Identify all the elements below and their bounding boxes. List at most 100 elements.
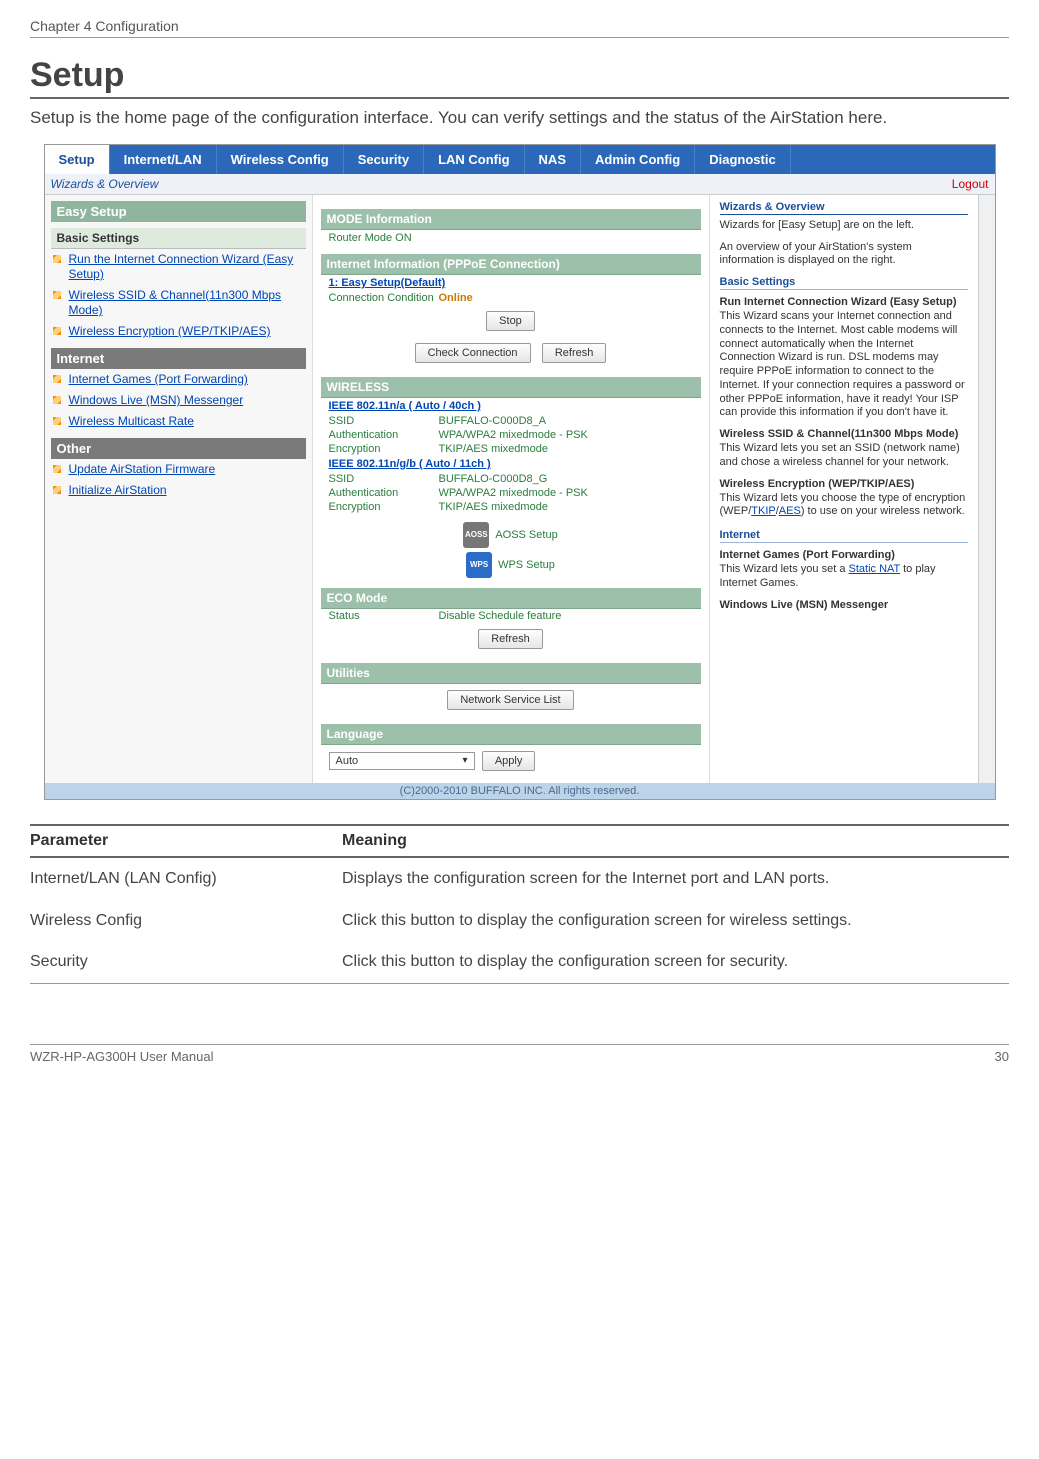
right-internet-head: Internet	[720, 529, 968, 543]
right-p2: An overview of your AirStation's system …	[720, 241, 968, 269]
tab-bar: Setup Internet/LAN Wireless Config Secur…	[45, 145, 995, 174]
other-head: Other	[51, 438, 306, 459]
table-row: Security Click this button to display th…	[30, 941, 1009, 983]
network-service-list-button[interactable]: Network Service List	[447, 690, 573, 710]
tkip-link[interactable]: TKIP	[751, 505, 775, 517]
tab-wireless-config[interactable]: Wireless Config	[217, 145, 344, 174]
wl-a-head[interactable]: IEEE 802.11n/a ( Auto / 40ch )	[321, 398, 701, 414]
stop-button[interactable]: Stop	[486, 311, 535, 331]
wl-g-head[interactable]: IEEE 802.11n/g/b ( Auto / 11ch )	[321, 456, 701, 472]
aoss-label[interactable]: AOSS Setup	[495, 529, 557, 541]
wl-g-enc-v: TKIP/AES mixedmode	[439, 501, 693, 513]
wl-g-auth-v: WPA/WPA2 mixedmode - PSK	[439, 487, 693, 499]
chapter-header: Chapter 4 Configuration	[30, 18, 1009, 38]
utilities-head: Utilities	[321, 663, 701, 684]
tab-lan-config[interactable]: LAN Config	[424, 145, 524, 174]
link-multicast-rate[interactable]: Wireless Multicast Rate	[51, 411, 306, 432]
wl-g-ssid-v: BUFFALO-C000D8_G	[439, 473, 693, 485]
r2-head: Wireless SSID & Channel(11n300 Mbps Mode…	[720, 428, 968, 440]
wl-g-auth-k: Authentication	[329, 487, 439, 499]
link-ssid-channel[interactable]: Wireless SSID & Channel(11n300 Mbps Mode…	[51, 285, 306, 321]
left-sidebar: Easy Setup Basic Settings Run the Intern…	[45, 195, 313, 783]
right-basic-head: Basic Settings	[720, 276, 968, 290]
r4-head: Internet Games (Port Forwarding)	[720, 549, 968, 561]
conn-cond-label: Connection Condition	[329, 292, 439, 304]
tab-nas[interactable]: NAS	[525, 145, 581, 174]
mode-info-head: MODE Information	[321, 209, 701, 230]
r1-head: Run Internet Connection Wizard (Easy Set…	[720, 296, 968, 308]
param-name: Security	[30, 951, 342, 973]
wl-a-auth-k: Authentication	[329, 429, 439, 441]
th-meaning: Meaning	[342, 832, 1009, 850]
wl-a-ssid-k: SSID	[329, 415, 439, 427]
language-apply-button[interactable]: Apply	[482, 751, 536, 771]
conn-cond-value: Online	[439, 292, 693, 304]
right-p1: Wizards for [Easy Setup] are on the left…	[720, 219, 968, 233]
section-intro: Setup is the home page of the configurat…	[30, 107, 1009, 130]
wl-g-enc-k: Encryption	[329, 501, 439, 513]
tab-diagnostic[interactable]: Diagnostic	[695, 145, 790, 174]
right-column: Wizards & Overview Wizards for [Easy Set…	[710, 195, 978, 783]
internet-info-sub[interactable]: 1: Easy Setup(Default)	[321, 275, 701, 291]
language-head: Language	[321, 724, 701, 745]
tab-admin-config[interactable]: Admin Config	[581, 145, 695, 174]
link-wireless-encryption[interactable]: Wireless Encryption (WEP/TKIP/AES)	[51, 321, 306, 342]
middle-column: MODE Information Router Mode ON Internet…	[313, 195, 710, 783]
static-nat-link[interactable]: Static NAT	[849, 563, 901, 575]
internet-info-head: Internet Information (PPPoE Connection)	[321, 254, 701, 275]
wl-a-auth-v: WPA/WPA2 mixedmode - PSK	[439, 429, 693, 441]
table-row: Internet/LAN (LAN Config) Displays the c…	[30, 858, 1009, 900]
param-meaning: Click this button to display the configu…	[342, 910, 1009, 932]
tab-security[interactable]: Security	[344, 145, 424, 174]
param-meaning: Displays the configuration screen for th…	[342, 868, 1009, 890]
tab-internet-lan[interactable]: Internet/LAN	[110, 145, 217, 174]
wl-a-enc-k: Encryption	[329, 443, 439, 455]
basic-settings-head: Basic Settings	[51, 228, 306, 249]
link-initialize[interactable]: Initialize AirStation	[51, 480, 306, 501]
wps-icon[interactable]: WPS	[466, 552, 492, 578]
th-parameter: Parameter	[30, 832, 342, 850]
wl-a-ssid-v: BUFFALO-C000D8_A	[439, 415, 693, 427]
easy-setup-head: Easy Setup	[51, 201, 306, 222]
check-connection-button[interactable]: Check Connection	[415, 343, 531, 363]
param-name: Wireless Config	[30, 910, 342, 932]
param-meaning: Click this button to display the configu…	[342, 951, 1009, 973]
link-update-firmware[interactable]: Update AirStation Firmware	[51, 459, 306, 480]
r4-body: This Wizard lets you set a Static NAT to…	[720, 563, 968, 591]
aes-link[interactable]: AES	[779, 505, 801, 517]
wps-label[interactable]: WPS Setup	[498, 559, 555, 571]
link-msn-messenger[interactable]: Windows Live (MSN) Messenger	[51, 390, 306, 411]
subtab-wizards[interactable]: Wizards & Overview	[51, 177, 159, 191]
wl-a-enc-v: TKIP/AES mixedmode	[439, 443, 693, 455]
refresh-button[interactable]: Refresh	[542, 343, 607, 363]
r2-body: This Wizard lets you set an SSID (networ…	[720, 442, 968, 470]
r1-body: This Wizard scans your Internet connecti…	[720, 310, 968, 420]
r3-head: Wireless Encryption (WEP/TKIP/AES)	[720, 478, 968, 490]
aoss-icon[interactable]: AOSS	[463, 522, 489, 548]
wireless-head: WIRELESS	[321, 377, 701, 398]
param-name: Internet/LAN (LAN Config)	[30, 868, 342, 890]
parameter-table: Parameter Meaning Internet/LAN (LAN Conf…	[30, 824, 1009, 984]
eco-status-k: Status	[329, 610, 439, 622]
eco-head: ECO Mode	[321, 588, 701, 609]
r3-body: This Wizard lets you choose the type of …	[720, 492, 968, 520]
copyright: (C)2000-2010 BUFFALO INC. All rights res…	[45, 783, 995, 799]
footer-left: WZR-HP-AG300H User Manual	[30, 1049, 214, 1064]
link-port-forwarding[interactable]: Internet Games (Port Forwarding)	[51, 369, 306, 390]
eco-refresh-button[interactable]: Refresh	[478, 629, 543, 649]
link-run-wizard[interactable]: Run the Internet Connection Wizard (Easy…	[51, 249, 306, 285]
table-row: Wireless Config Click this button to dis…	[30, 900, 1009, 942]
page-number: 30	[995, 1049, 1009, 1064]
wl-g-ssid-k: SSID	[329, 473, 439, 485]
eco-status-v: Disable Schedule feature	[439, 610, 693, 622]
mode-value: Router Mode ON	[321, 230, 701, 246]
internet-head: Internet	[51, 348, 306, 369]
logout-link[interactable]: Logout	[952, 177, 989, 191]
tab-setup[interactable]: Setup	[45, 145, 110, 174]
right-head: Wizards & Overview	[720, 201, 968, 215]
scrollbar[interactable]	[978, 195, 995, 783]
router-ui-screenshot: Setup Internet/LAN Wireless Config Secur…	[44, 144, 996, 800]
language-select[interactable]: Auto	[329, 752, 475, 770]
section-title: Setup	[30, 56, 1009, 99]
r5-head: Windows Live (MSN) Messenger	[720, 599, 968, 611]
